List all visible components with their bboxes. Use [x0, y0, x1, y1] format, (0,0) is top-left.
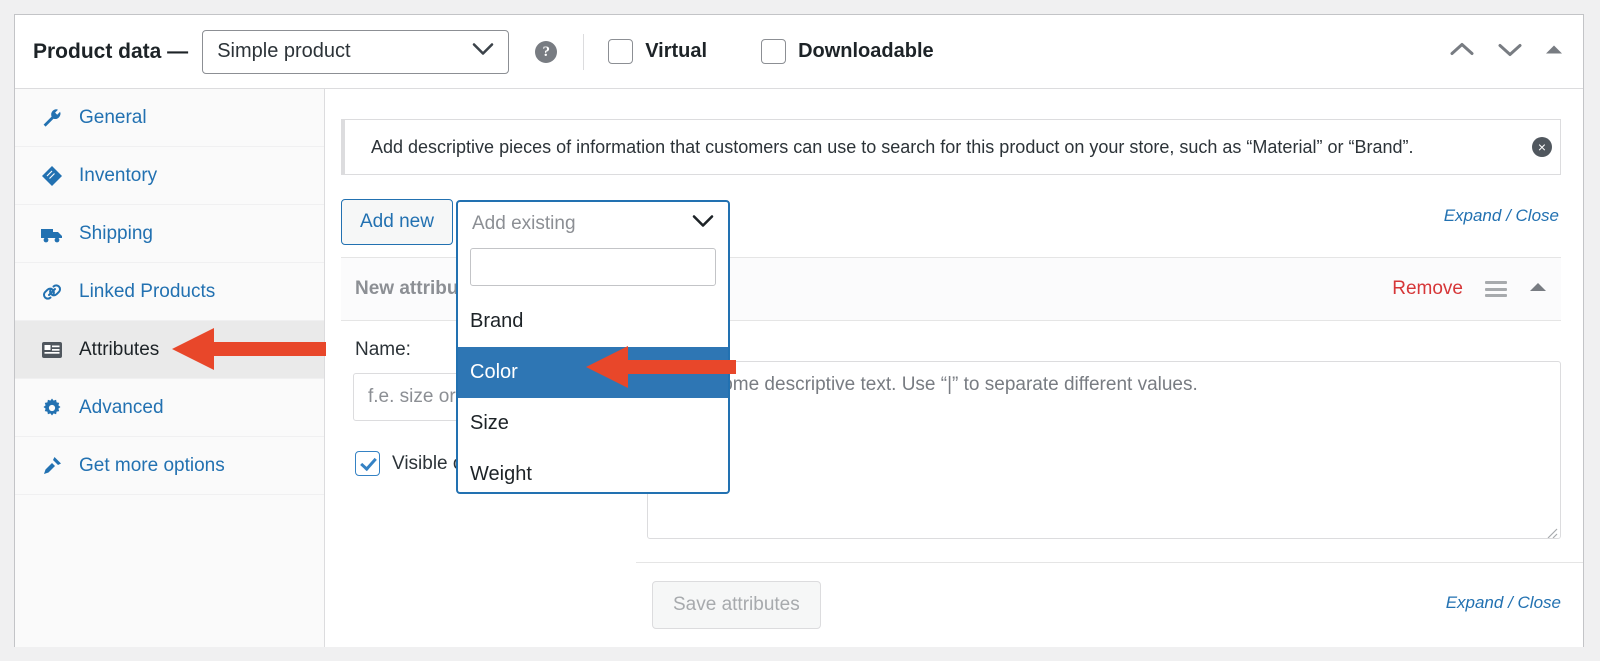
- downloadable-checkbox-row[interactable]: Downloadable: [761, 39, 934, 64]
- sidebar-item-inventory[interactable]: Inventory: [15, 147, 324, 205]
- dropdown-option-size[interactable]: Size: [458, 398, 728, 449]
- product-data-header: Product data — Simple product ? Virtual …: [15, 15, 1583, 89]
- remove-attribute-link[interactable]: Remove: [1392, 278, 1463, 300]
- attribute-row-actions: Remove: [1392, 278, 1547, 300]
- attributes-help-notice: Add descriptive pieces of information th…: [341, 119, 1561, 175]
- name-label: Name:: [355, 339, 411, 360]
- attribute-search-input[interactable]: [470, 248, 716, 286]
- attribute-option-list: Brand Color Size Weight: [458, 296, 728, 500]
- sidebar-item-label: Attributes: [79, 339, 160, 360]
- panel-order-controls: [1449, 41, 1563, 62]
- resize-handle-icon[interactable]: [1544, 523, 1558, 538]
- attributes-footer: Save attributes Expand / Close: [636, 562, 1583, 647]
- drag-handle-icon[interactable]: [1485, 281, 1507, 297]
- screenshot-root: Product data — Simple product ? Virtual …: [0, 0, 1600, 661]
- sidebar-item-label: Linked Products: [79, 281, 216, 302]
- sidebar-item-get-more-options[interactable]: Get more options: [15, 437, 324, 495]
- move-up-icon[interactable]: [1449, 41, 1475, 62]
- add-new-button[interactable]: Add new: [341, 199, 453, 245]
- sidebar-item-advanced[interactable]: Advanced: [15, 379, 324, 437]
- list-box-icon: [39, 337, 65, 363]
- sidebar-item-label: Get more options: [79, 455, 225, 476]
- wrench-icon: [39, 105, 65, 131]
- downloadable-checkbox-label: Downloadable: [798, 40, 934, 62]
- sidebar-item-label: Inventory: [79, 165, 158, 186]
- triangle-up-icon[interactable]: [1529, 280, 1547, 298]
- arrow-to-color-option: [582, 344, 738, 390]
- dismiss-icon[interactable]: ×: [1532, 137, 1552, 157]
- visible-on-product-page-checkbox[interactable]: [355, 451, 380, 476]
- downloadable-checkbox[interactable]: [761, 39, 787, 64]
- sidebar-item-linked-products[interactable]: Linked Products: [15, 263, 324, 321]
- help-icon[interactable]: ?: [535, 40, 558, 63]
- sidebar-item-shipping[interactable]: Shipping: [15, 205, 324, 263]
- arrow-to-attributes-tab: [168, 326, 328, 372]
- virtual-checkbox[interactable]: [608, 39, 634, 64]
- sidebar-item-label: Shipping: [79, 223, 153, 244]
- expand-link[interactable]: Expand: [1446, 593, 1504, 612]
- header-divider: [583, 33, 585, 70]
- dropdown-option-brand[interactable]: Brand: [458, 296, 728, 347]
- sidebar-item-label: General: [79, 107, 147, 128]
- chevron-down-icon: [472, 42, 494, 61]
- save-attributes-button[interactable]: Save attributes: [652, 581, 821, 629]
- link-icon: [39, 279, 65, 305]
- page-title: Product data —: [33, 39, 189, 63]
- tag-icon: [39, 163, 65, 189]
- link-separator: /: [1501, 206, 1516, 225]
- add-existing-placeholder: Add existing: [472, 213, 576, 234]
- move-down-icon[interactable]: [1497, 41, 1523, 62]
- product-type-select[interactable]: Simple product: [202, 29, 510, 74]
- attribute-values-textarea[interactable]: Enter some descriptive text. Use “|” to …: [647, 361, 1561, 539]
- product-type-value: Simple product: [217, 40, 351, 62]
- close-link[interactable]: Close: [1518, 593, 1561, 612]
- attribute-values-placeholder: Enter some descriptive text. Use “|” to …: [662, 374, 1198, 395]
- chevron-down-icon: [692, 215, 714, 234]
- sidebar-item-label: Advanced: [79, 397, 164, 418]
- expand-link[interactable]: Expand: [1444, 206, 1502, 225]
- toggle-panel-icon[interactable]: [1545, 43, 1563, 61]
- link-separator: /: [1503, 593, 1518, 612]
- notice-text: Add descriptive pieces of information th…: [371, 136, 1414, 157]
- virtual-checkbox-row[interactable]: Virtual: [608, 39, 707, 64]
- truck-icon: [39, 221, 65, 247]
- dropdown-option-weight[interactable]: Weight: [458, 449, 728, 500]
- expand-close-links-bottom: Expand / Close: [1446, 593, 1561, 613]
- sidebar-item-general[interactable]: General: [15, 89, 324, 147]
- plug-icon: [39, 453, 65, 479]
- add-existing-select[interactable]: Add existing: [458, 202, 728, 246]
- virtual-checkbox-label: Virtual: [645, 40, 708, 62]
- gear-icon: [39, 395, 65, 421]
- expand-close-links-top: Expand / Close: [1444, 206, 1559, 226]
- close-link[interactable]: Close: [1516, 206, 1559, 225]
